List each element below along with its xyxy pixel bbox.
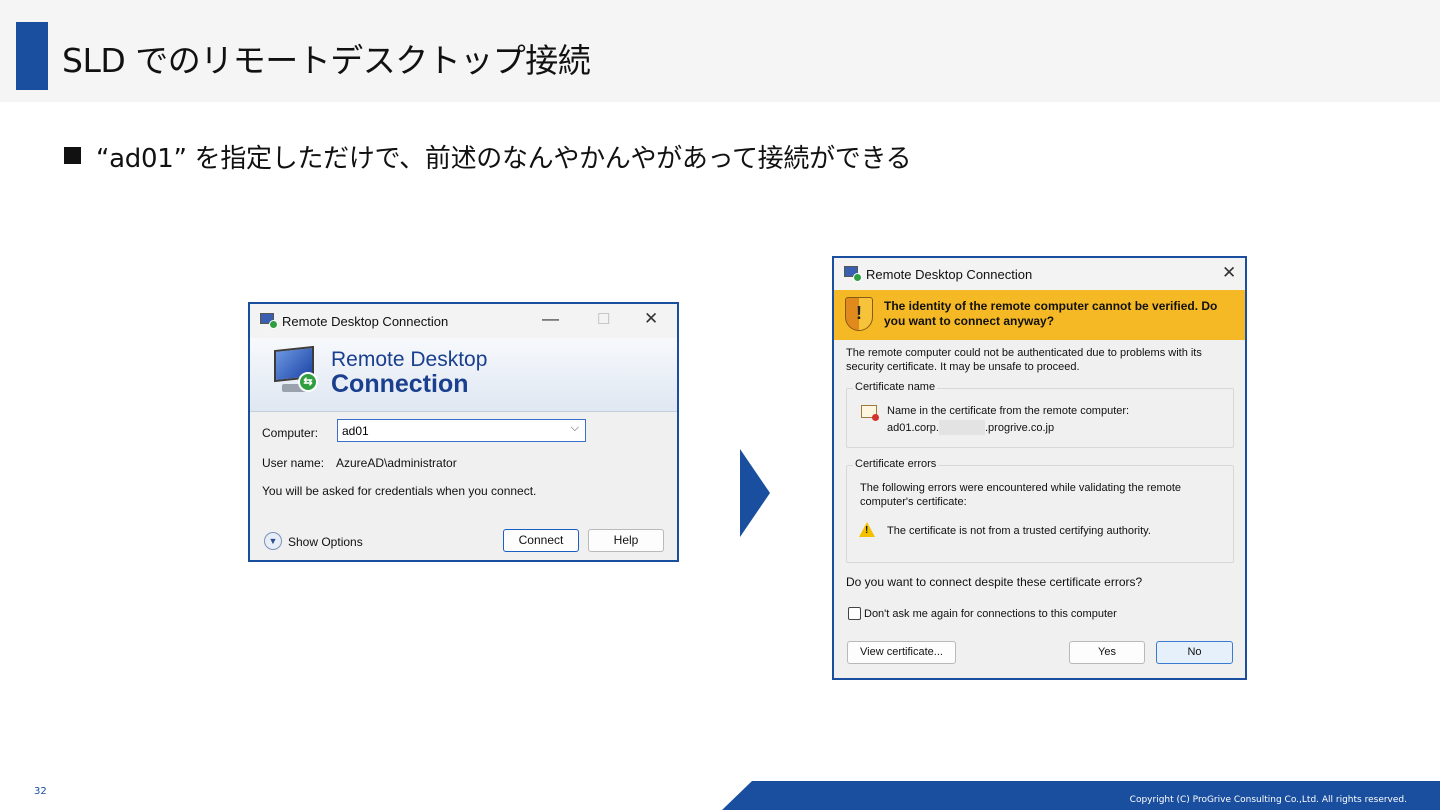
dont-ask-checkbox[interactable] <box>848 607 861 620</box>
rdc-title: Remote Desktop Connection <box>282 314 449 329</box>
cert-titlebar[interactable]: Remote Desktop Connection ✕ <box>834 258 1245 290</box>
page-title: SLD でのリモートデスクトップ接続 <box>62 41 591 80</box>
cert-name-group-label: Certificate name <box>853 381 938 393</box>
cert-errors-description: The following errors were encountered wh… <box>860 482 1182 508</box>
rdc-monitor-icon: ⇆ <box>270 345 320 396</box>
rdc-titlebar[interactable]: Remote Desktop Connection — ☐ ✕ <box>250 304 677 338</box>
username-value: AzureAD\administrator <box>336 456 457 470</box>
show-options-link[interactable]: Show Options <box>288 535 363 549</box>
shield-warning-icon: ! <box>845 297 873 331</box>
credentials-info: You will be asked for credentials when y… <box>262 484 537 498</box>
connect-button[interactable]: Connect <box>503 529 579 552</box>
minimize-icon[interactable]: — <box>542 309 559 329</box>
view-certificate-button[interactable]: View certificate... <box>847 641 956 664</box>
close-icon[interactable]: ✕ <box>1222 263 1236 283</box>
cert-errors-group-label: Certificate errors <box>853 458 939 470</box>
expand-options-icon[interactable]: ▼ <box>264 532 282 550</box>
certificate-icon <box>861 405 879 421</box>
close-icon[interactable]: ✕ <box>644 309 658 329</box>
bullet-text: “ad01” を指定しただけで、前述のなんやかんやがあって接続ができる <box>96 144 912 174</box>
copyright-text: Copyright (C) ProGrive Consulting Co.,Lt… <box>1129 795 1407 805</box>
username-label: User name: <box>262 456 325 470</box>
slide-header: SLD でのリモートデスクトップ接続 <box>0 0 1440 102</box>
rdc-icon <box>844 266 862 282</box>
cert-name-suffix: .progrive.co.jp <box>985 422 1055 434</box>
cert-name-group: Certificate name Name in the certificate… <box>846 381 1234 448</box>
banner-line2: Connection <box>331 370 469 398</box>
chevron-down-icon[interactable]: ⌵ <box>571 422 579 435</box>
redacted-block <box>939 420 985 435</box>
cert-warning-dialog: Remote Desktop Connection ✕ ! The identi… <box>832 256 1247 680</box>
slide: SLD でのリモートデスクトップ接続 “ad01” を指定しただけで、前述のなん… <box>0 0 1440 810</box>
header-accent-bar <box>16 22 48 90</box>
cert-name-label: Name in the certificate from the remote … <box>887 405 1130 417</box>
rdc-dialog: Remote Desktop Connection — ☐ ✕ ⇆ Remote… <box>248 302 679 562</box>
yes-button[interactable]: Yes <box>1069 641 1145 664</box>
cert-title: Remote Desktop Connection <box>866 267 1033 282</box>
maximize-icon[interactable]: ☐ <box>597 310 610 328</box>
rdc-icon <box>260 313 278 329</box>
warning-band: ! The identity of the remote computer ca… <box>834 290 1245 340</box>
cert-error-item: The certificate is not from a trusted ce… <box>887 525 1151 537</box>
rdc-banner: ⇆ Remote Desktop Connection <box>250 338 677 412</box>
computer-label: Computer: <box>262 426 319 440</box>
help-button[interactable]: Help <box>588 529 664 552</box>
warning-heading: The identity of the remote computer cann… <box>884 299 1218 328</box>
page-number: 32 <box>34 786 47 797</box>
computer-combobox[interactable]: ad01 ⌵ <box>337 419 586 442</box>
warning-triangle-mark: ! <box>865 525 869 536</box>
warning-description: The remote computer could not be authent… <box>846 347 1202 373</box>
banner-line1: Remote Desktop <box>331 348 488 371</box>
no-button[interactable]: No <box>1156 641 1233 664</box>
computer-value: ad01 <box>342 424 369 438</box>
dont-ask-label[interactable]: Don't ask me again for connections to th… <box>864 607 1117 621</box>
cert-name-prefix: ad01.corp. <box>887 422 939 434</box>
bullet-square-icon <box>64 147 81 164</box>
connect-question: Do you want to connect despite these cer… <box>846 575 1143 589</box>
cert-errors-group: Certificate errors The following errors … <box>846 458 1234 563</box>
right-arrow-icon <box>740 449 770 537</box>
